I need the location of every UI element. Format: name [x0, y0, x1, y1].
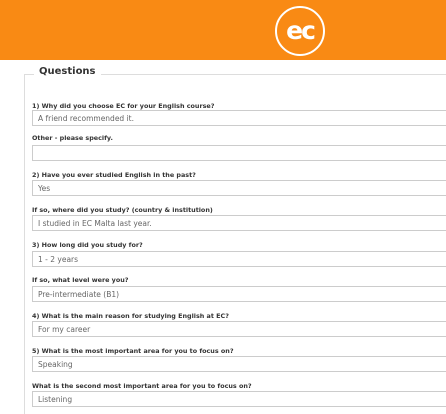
question-label-2b: If so, where did you study? (country & i…	[32, 206, 213, 214]
answer-value-5: Speaking	[38, 360, 73, 369]
answer-field-2b[interactable]: I studied in EC Malta last year.	[32, 215, 446, 231]
answer-field-1[interactable]: A friend recommended it.	[32, 110, 446, 126]
answer-value-5b: Listening	[38, 395, 73, 404]
questions-legend: Questions	[34, 66, 101, 77]
answer-value-4: For my career	[38, 325, 91, 334]
question-label-5: 5) What is the most important area for y…	[32, 347, 234, 355]
answer-value-3: 1 - 2 years	[38, 255, 79, 264]
question-label-3b: If so, what level were you?	[32, 276, 129, 284]
question-label-other: Other - please specify.	[32, 134, 113, 142]
header-bar: ec	[0, 0, 446, 60]
answer-value-2b: I studied in EC Malta last year.	[38, 219, 152, 228]
question-label-2: 2) Have you ever studied English in the …	[32, 171, 196, 179]
question-label-1: 1) Why did you choose EC for your Englis…	[32, 102, 215, 110]
answer-field-3[interactable]: 1 - 2 years	[32, 251, 446, 267]
answer-value-1: A friend recommended it.	[38, 114, 134, 123]
answer-field-5[interactable]: Speaking	[32, 356, 446, 372]
question-label-3: 3) How long did you study for?	[32, 241, 143, 249]
answer-value-3b: Pre-intermediate (B1)	[38, 290, 120, 299]
answer-value-2: Yes	[38, 184, 51, 193]
other-specify-input[interactable]	[32, 145, 446, 161]
answer-field-3b[interactable]: Pre-intermediate (B1)	[32, 286, 446, 302]
question-label-5b: What is the second most important area f…	[32, 382, 252, 390]
question-label-4: 4) What is the main reason for studying …	[32, 312, 229, 320]
answer-field-4[interactable]: For my career	[32, 321, 446, 337]
answer-field-5b[interactable]: Listening	[32, 391, 446, 407]
answer-field-2[interactable]: Yes	[32, 180, 446, 196]
ec-logo-text: ec	[286, 15, 316, 45]
ec-logo: ec	[275, 6, 325, 56]
